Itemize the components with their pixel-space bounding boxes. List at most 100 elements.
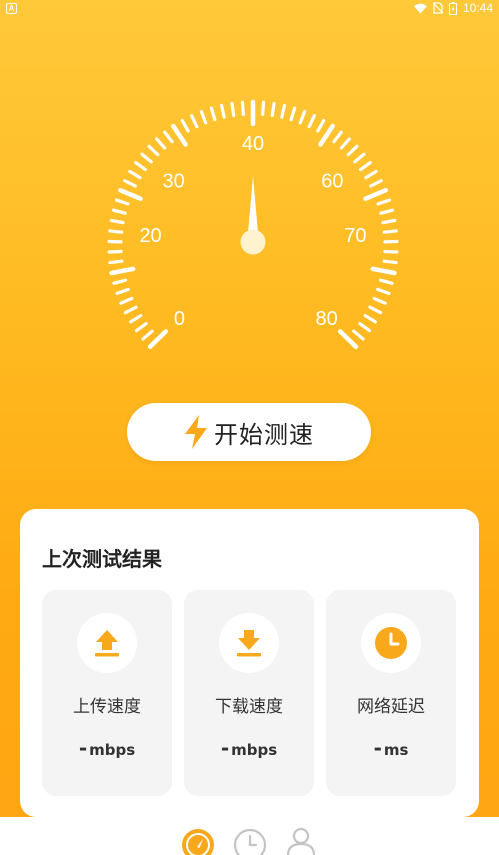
gauge-minor-tick (108, 229, 124, 234)
gauge-minor-tick (163, 130, 174, 144)
gauge-minor-tick (209, 106, 217, 122)
download-icon (237, 630, 261, 657)
nav-profile[interactable] (283, 827, 319, 855)
upload-speed-label: 上传速度 (73, 697, 141, 717)
gauge-minor-tick (134, 321, 148, 333)
gauge-minor-tick (376, 198, 392, 206)
gauge-major-tick (109, 266, 136, 276)
gauge-minor-tick (316, 118, 326, 133)
gauge-major-tick (318, 123, 335, 147)
gauge-minor-tick (141, 329, 154, 341)
gauge-major-tick (118, 187, 143, 201)
gauge-minor-tick (147, 144, 160, 157)
clock-icon (375, 627, 407, 659)
app-notification-badge: A (6, 3, 17, 14)
speedometer-gauge: 0 20 30 40 60 70 80 (107, 99, 399, 350)
gauge-minor-tick (280, 103, 287, 119)
gauge-minor-tick (339, 137, 351, 150)
results-title: 上次测试结果 (42, 547, 162, 571)
battery-icon (448, 1, 457, 15)
upload-speed-tile: 上传速度 - mbps (42, 590, 172, 796)
gauge-minor-tick (261, 100, 266, 116)
network-latency-label: 网络延迟 (357, 697, 425, 717)
gauge-minor-tick (289, 106, 297, 122)
gauge-minor-tick (219, 103, 226, 119)
gauge-minor-tick (190, 114, 199, 129)
gauge-minor-tick (129, 313, 143, 324)
gauge-minor-tick (364, 169, 378, 180)
start-speed-test-button[interactable]: 开始测速 (127, 403, 371, 461)
gauge-label-40: 40 (242, 133, 264, 155)
no-sim-icon (432, 2, 443, 14)
gauge-minor-tick (307, 114, 316, 129)
gauge-label-20: 20 (139, 225, 161, 247)
lightning-bolt-icon (185, 415, 207, 449)
profile-icon (286, 827, 316, 855)
gauge-minor-tick (199, 109, 208, 125)
gauge-minor-tick (119, 296, 134, 305)
gauge-minor-tick (230, 101, 236, 118)
gauge-minor-tick (115, 287, 130, 295)
upload-icon (95, 630, 119, 657)
gauge-minor-tick (108, 259, 124, 265)
status-time: 10:44 (462, 1, 493, 15)
gauge-minor-tick (134, 160, 148, 172)
gauge-minor-tick (180, 118, 190, 133)
download-speed-label: 下载速度 (215, 697, 283, 717)
gauge-minor-tick (382, 229, 398, 234)
gauge-minor-tick (111, 208, 127, 215)
gauge-minor-tick (140, 152, 153, 164)
network-latency-value: - ms (373, 736, 409, 760)
wifi-icon (413, 3, 427, 13)
last-test-results-card: 上次测试结果 上传速度 - mbps 下载速度 - mbps 网络延迟 - ms (20, 509, 479, 817)
gauge-minor-tick (381, 218, 397, 225)
gauge-minor-tick (107, 249, 123, 254)
speedometer-icon (182, 829, 214, 855)
gauge-label-0: 0 (174, 308, 185, 330)
history-clock-icon (233, 828, 267, 855)
upload-speed-value: - mbps (78, 736, 136, 760)
start-speed-test-label: 开始测速 (214, 420, 314, 449)
gauge-minor-tick (123, 179, 137, 188)
gauge-minor-tick (114, 198, 130, 206)
gauge-label-60: 60 (321, 170, 343, 192)
gauge-minor-tick (346, 144, 359, 157)
download-speed-value: - mbps (220, 736, 278, 760)
gauge-major-tick (147, 329, 169, 350)
gauge-minor-tick (270, 101, 276, 118)
gauge-minor-tick (383, 249, 399, 254)
nav-history[interactable] (232, 827, 268, 855)
gauge-minor-tick (372, 296, 387, 305)
bottom-navigation (0, 817, 499, 855)
gauge-minor-tick (240, 100, 245, 116)
status-bar: A 10:44 (0, 0, 499, 16)
gauge-minor-tick (379, 208, 395, 215)
gauge-major-tick (363, 187, 388, 201)
gauge-minor-tick (332, 130, 343, 144)
gauge-minor-tick (353, 152, 366, 164)
gauge-major-tick (337, 329, 359, 350)
gauge-minor-tick (369, 179, 383, 188)
gauge-label-80: 80 (315, 308, 337, 330)
gauge-minor-tick (376, 287, 391, 295)
network-latency-tile: 网络延迟 - ms (326, 590, 456, 796)
gauge-minor-tick (298, 109, 307, 125)
gauge-major-tick (171, 123, 188, 147)
gauge-needle (240, 176, 266, 255)
gauge-minor-tick (368, 305, 383, 315)
gauge-minor-tick (363, 313, 377, 324)
gauge-minor-tick (112, 278, 128, 285)
nav-speed-test[interactable] (180, 827, 216, 855)
gauge-minor-tick (382, 259, 398, 265)
gauge-minor-tick (378, 278, 394, 285)
gauge-minor-tick (155, 137, 167, 150)
gauge-major-tick (370, 266, 397, 276)
gauge-minor-tick (109, 218, 125, 225)
gauge-label-30: 30 (163, 170, 185, 192)
gauge-minor-tick (358, 160, 372, 172)
gauge-minor-tick (123, 305, 138, 315)
gauge-minor-tick (352, 329, 365, 341)
gauge-minor-tick (358, 321, 372, 333)
gauge-minor-tick (128, 169, 142, 180)
gauge-label-70: 70 (344, 225, 366, 247)
